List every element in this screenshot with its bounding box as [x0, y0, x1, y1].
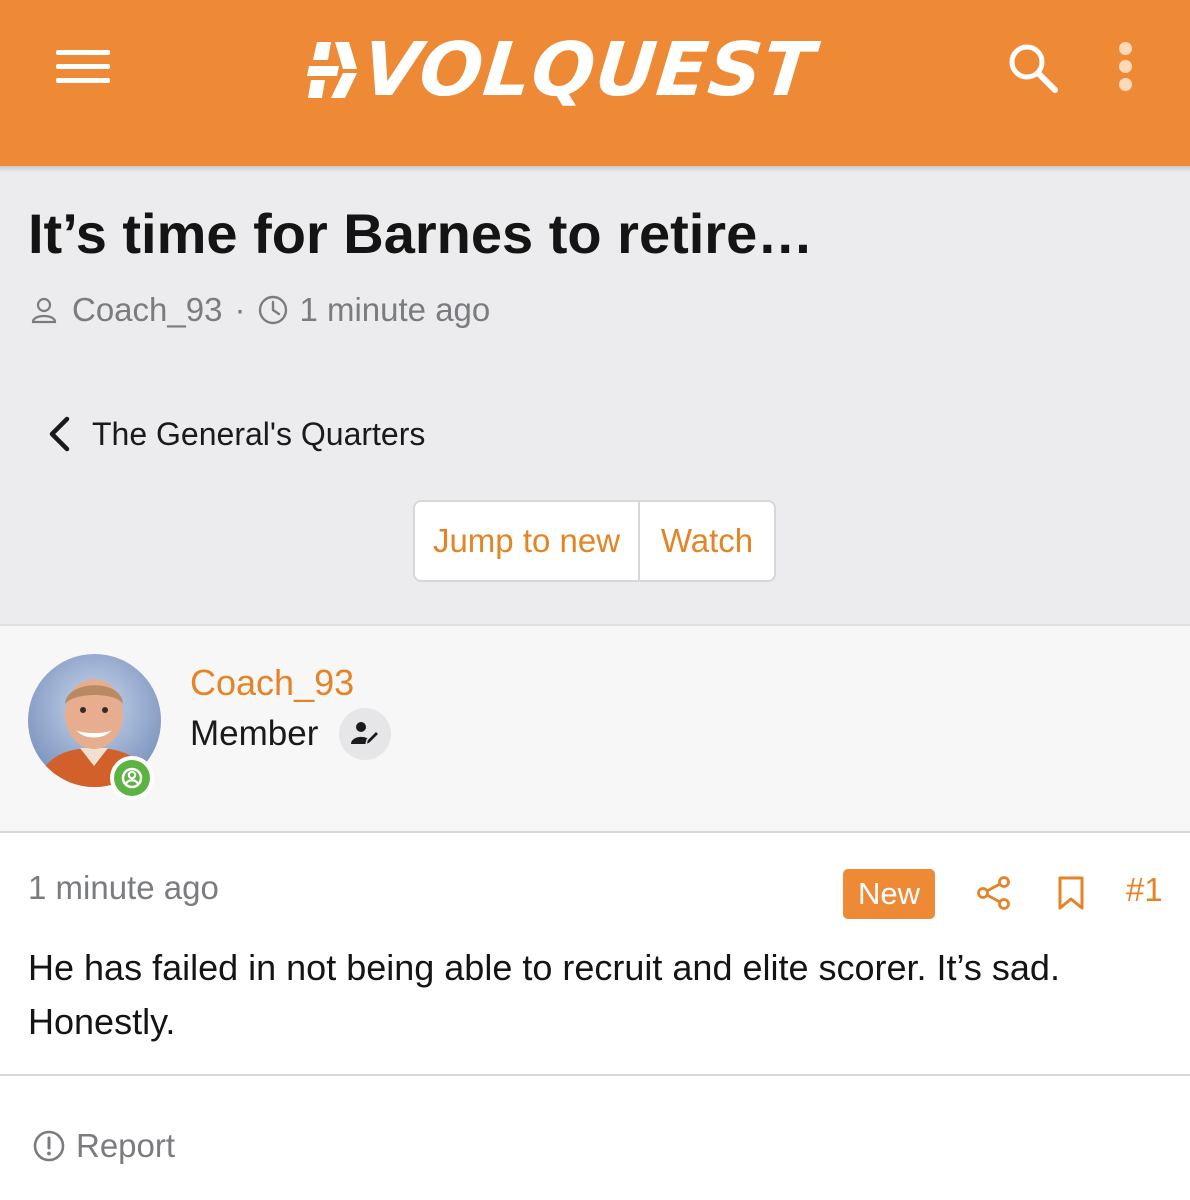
jump-to-new-button[interactable]: Jump to new: [415, 502, 640, 580]
user-icon: [31, 297, 57, 324]
thread-action-buttons: Jump to new Watch: [413, 500, 776, 582]
post-author-role: Member: [190, 714, 319, 753]
report-label: Report: [76, 1127, 176, 1164]
thread-time[interactable]: 1 minute ago: [299, 291, 490, 329]
logo-arrow-icon: [307, 42, 357, 98]
thread-author[interactable]: Coach_93: [72, 291, 222, 329]
hamburger-menu-icon[interactable]: [56, 50, 110, 84]
meta-separator: ·: [234, 291, 246, 328]
search-icon[interactable]: [1005, 40, 1061, 96]
report-button[interactable]: Report: [32, 1124, 175, 1168]
alert-circle-icon: [33, 1130, 65, 1162]
bookmark-icon[interactable]: [1056, 875, 1086, 911]
member-edit-icon: [339, 708, 391, 760]
post-author-name[interactable]: Coach_93: [190, 662, 354, 704]
top-header-bar: VOLQUEST: [0, 0, 1190, 166]
thread-meta: Coach_93 · 1 minute ago: [30, 290, 490, 330]
logo-text: VOLQUEST: [358, 27, 819, 113]
chevron-left-icon: [49, 416, 70, 452]
post-body-text: He has failed in not being able to recru…: [28, 947, 1060, 1042]
site-logo[interactable]: VOLQUEST: [305, 27, 819, 113]
more-options-icon[interactable]: [1113, 42, 1139, 92]
post-number-link[interactable]: #1: [1126, 871, 1163, 909]
watch-button[interactable]: Watch: [640, 502, 774, 580]
breadcrumb-label: The General's Quarters: [92, 415, 426, 452]
clock-icon: [259, 295, 288, 325]
share-icon[interactable]: [976, 875, 1012, 911]
post-timestamp[interactable]: 1 minute ago: [28, 869, 219, 907]
post-author-panel: Coach_93 Member: [0, 624, 1190, 833]
online-status-icon: [110, 756, 154, 800]
thread-header: It’s time for Barnes to retire… Coach_93…: [0, 172, 1190, 624]
breadcrumb-back-link[interactable]: The General's Quarters: [46, 414, 425, 454]
thread-title: It’s time for Barnes to retire…: [28, 202, 814, 265]
new-badge: New: [843, 869, 935, 919]
post-message: 1 minute ago New #1 He has failed in not…: [0, 833, 1190, 1076]
